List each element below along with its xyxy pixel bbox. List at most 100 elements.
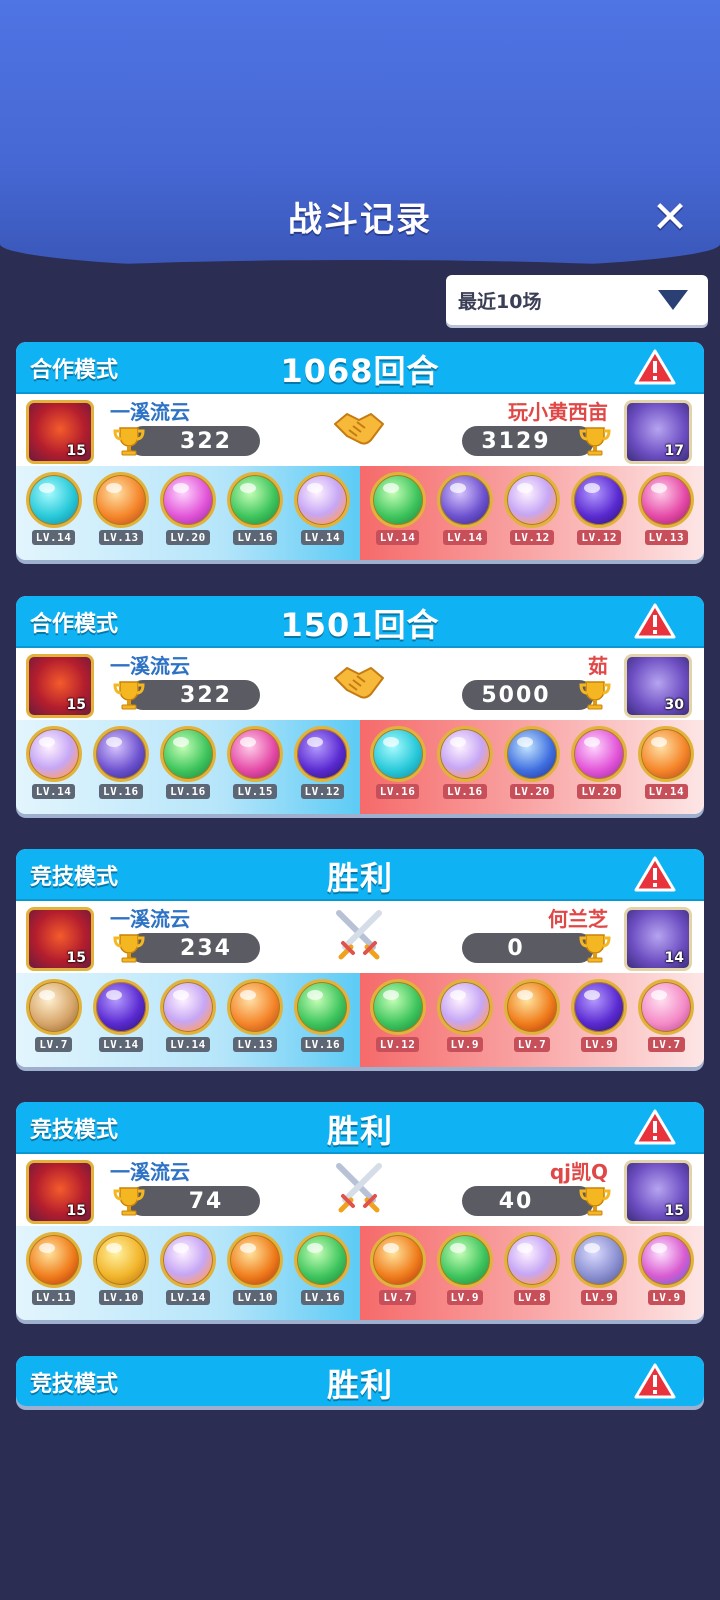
opponent-avatar[interactable]: 14 [624, 907, 692, 971]
avatar-level: 14 [664, 950, 684, 966]
pet-orb-icon [571, 472, 628, 528]
pet-slot[interactable]: LV.14 [367, 472, 429, 560]
pet-orb-icon [227, 472, 284, 528]
record-card-partial[interactable]: 竞技模式 胜利 [16, 1356, 704, 1406]
player-avatar[interactable]: 15 [26, 1160, 94, 1224]
player-name: 一溪流云 [110, 654, 190, 678]
pet-slot[interactable]: LV.20 [568, 726, 630, 814]
report-warning-icon[interactable] [634, 602, 676, 640]
pet-slot[interactable]: LV.16 [90, 726, 152, 814]
filter-dropdown[interactable]: 最近10场 [446, 275, 708, 325]
pet-slot[interactable]: LV.14 [434, 472, 496, 560]
pet-slot[interactable]: LV.7 [635, 979, 697, 1067]
pet-slot[interactable]: LV.9 [434, 1232, 496, 1320]
trophy-icon [113, 934, 145, 963]
player-avatar[interactable]: 15 [26, 400, 94, 464]
trophy-icon [579, 427, 611, 456]
player-pets: LV.14 LV.16 LV.16 LV.15 LV.12 [16, 720, 360, 814]
avatar-level: 15 [66, 443, 86, 459]
report-warning-icon[interactable] [634, 855, 676, 893]
opponent-name: 玩小黄西亩 [508, 400, 608, 424]
opponent-score: 5000 [462, 680, 594, 710]
pet-orb-icon [436, 979, 493, 1035]
player-score: 322 [128, 426, 260, 456]
record-card[interactable]: 竞技模式 胜利 15 一溪流云 234 何兰芝 0 14 LV.7 LV.14 … [16, 849, 704, 1067]
opponent-avatar[interactable]: 17 [624, 400, 692, 464]
pet-slot[interactable]: LV.13 [224, 979, 286, 1067]
record-card[interactable]: 合作模式 1068回合 15 一溪流云 322 玩小黄西亩 3129 17 LV… [16, 342, 704, 560]
pet-slot[interactable]: LV.16 [434, 726, 496, 814]
pet-slot[interactable]: LV.12 [501, 472, 563, 560]
pet-orb-icon [369, 726, 426, 782]
pet-slot[interactable]: LV.20 [501, 726, 563, 814]
trophy-icon [579, 1187, 611, 1216]
pet-slot[interactable]: LV.14 [635, 726, 697, 814]
pet-level: LV.9 [580, 1290, 618, 1305]
pet-slot[interactable]: LV.12 [367, 979, 429, 1067]
pet-slot[interactable]: LV.7 [367, 1232, 429, 1320]
players-row: 15 一溪流云 234 何兰芝 0 14 [16, 901, 704, 973]
pet-slot[interactable]: LV.12 [568, 472, 630, 560]
players-row: 15 一溪流云 74 qj凯Q 40 15 [16, 1154, 704, 1226]
pet-slot[interactable]: LV.14 [157, 1232, 219, 1320]
pet-slot[interactable]: LV.7 [23, 979, 85, 1067]
pet-level: LV.15 [233, 784, 277, 799]
report-warning-icon[interactable] [634, 348, 676, 386]
pet-slot[interactable]: LV.11 [23, 1232, 85, 1320]
record-card[interactable]: 合作模式 1501回合 15 一溪流云 322 茹 5000 30 LV.14 … [16, 596, 704, 814]
pet-orb-icon [436, 726, 493, 782]
pet-slot[interactable]: LV.9 [434, 979, 496, 1067]
pet-orb-icon [436, 1232, 493, 1288]
pet-slot[interactable]: LV.14 [157, 979, 219, 1067]
pet-slot[interactable]: LV.14 [23, 726, 85, 814]
pet-orb-icon [638, 1232, 695, 1288]
pet-slot[interactable]: LV.16 [224, 472, 286, 560]
pet-slot[interactable]: LV.9 [568, 1232, 630, 1320]
record-card-header: 竞技模式 胜利 [16, 1102, 704, 1154]
pet-orb-icon [638, 979, 695, 1035]
player-pets: LV.7 LV.14 LV.14 LV.13 LV.16 [16, 973, 360, 1067]
pet-slot[interactable]: LV.7 [501, 979, 563, 1067]
pet-slot[interactable]: LV.9 [568, 979, 630, 1067]
pet-slot[interactable]: LV.12 [291, 726, 353, 814]
pet-slot[interactable]: LV.14 [23, 472, 85, 560]
pet-slot[interactable]: LV.14 [90, 979, 152, 1067]
pet-orb-icon [25, 1232, 82, 1288]
pet-orb-icon [503, 1232, 560, 1288]
pet-level: LV.9 [446, 1037, 484, 1052]
pet-slot[interactable]: LV.13 [90, 472, 152, 560]
pet-level: LV.16 [166, 784, 210, 799]
pet-slot[interactable]: LV.13 [635, 472, 697, 560]
pet-slot[interactable]: LV.9 [635, 1232, 697, 1320]
pet-slot[interactable]: LV.14 [291, 472, 353, 560]
pet-slot[interactable]: LV.16 [157, 726, 219, 814]
pet-slot[interactable]: LV.10 [90, 1232, 152, 1320]
pet-slot[interactable]: LV.16 [367, 726, 429, 814]
pet-orb-icon [571, 726, 628, 782]
pet-slot[interactable]: LV.8 [501, 1232, 563, 1320]
avatar-level: 17 [664, 443, 684, 459]
opponent-avatar[interactable]: 15 [624, 1160, 692, 1224]
pet-level: LV.8 [513, 1290, 551, 1305]
player-avatar[interactable]: 15 [26, 654, 94, 718]
pet-slot[interactable]: LV.10 [224, 1232, 286, 1320]
close-button[interactable]: ✕ [650, 196, 690, 240]
pet-slot[interactable]: LV.20 [157, 472, 219, 560]
record-card[interactable]: 竞技模式 胜利 15 一溪流云 74 qj凯Q 40 15 LV.11 LV.1… [16, 1102, 704, 1320]
pet-level: LV.14 [442, 530, 487, 545]
pet-level: LV.14 [166, 1037, 210, 1052]
pet-orb-icon [503, 979, 560, 1035]
report-warning-icon[interactable] [634, 1108, 676, 1146]
pet-slot[interactable]: LV.16 [291, 1232, 353, 1320]
pet-slot[interactable]: LV.15 [224, 726, 286, 814]
report-warning-icon[interactable] [634, 1362, 676, 1400]
player-avatar[interactable]: 15 [26, 907, 94, 971]
pet-slot[interactable]: LV.16 [291, 979, 353, 1067]
pet-orb-icon [25, 979, 82, 1035]
pet-level: LV.14 [31, 530, 76, 545]
pet-orb-icon [294, 726, 351, 782]
opponent-score: 40 [462, 1186, 594, 1216]
opponent-avatar[interactable]: 30 [624, 654, 692, 718]
pet-orb-icon [92, 472, 149, 528]
player-name: 一溪流云 [110, 907, 190, 931]
